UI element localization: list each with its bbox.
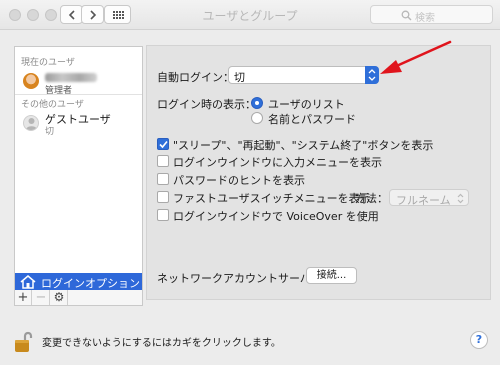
lock-icon[interactable] [14, 330, 34, 354]
method-value: フルネーム [396, 194, 451, 207]
checkbox-password-hints-label: パスワードのヒントを表示 [173, 174, 305, 187]
house-icon [20, 275, 36, 289]
radio-name-password[interactable] [251, 112, 263, 124]
connect-button[interactable]: 接続... [306, 267, 357, 284]
auto-login-popup[interactable]: 切 [228, 66, 379, 84]
method-label: 方法： [355, 192, 388, 205]
current-user-item[interactable]: 管理者 [15, 68, 142, 96]
search-placeholder: 検索 [415, 13, 435, 24]
checkbox-show-buttons[interactable] [157, 138, 169, 150]
gear-icon[interactable]: ⚙ [51, 290, 68, 305]
sidebar-toolbar: + − ⚙ [14, 290, 143, 306]
login-options-panel: 自動ログイン： 切 ログイン時の表示： ユーザのリスト 名前とパスワード "スリ… [146, 45, 491, 300]
search-icon [401, 10, 412, 21]
checkbox-voiceover[interactable] [157, 209, 169, 221]
checkbox-input-menu-label: ログインウインドウに入力メニューを表示 [173, 156, 382, 169]
lock-text: 変更できないようにするにはカギをクリックします。 [42, 338, 281, 349]
login-options-label: ログインオプション [41, 277, 140, 290]
help-button[interactable]: ? [470, 331, 488, 349]
method-popup[interactable]: フルネーム [389, 189, 469, 207]
user-avatar [23, 73, 39, 89]
guest-user-status: 切 [45, 127, 55, 137]
guest-user-name: ゲストユーザ [45, 113, 111, 126]
current-user-header: 現在のユーザ [21, 58, 75, 68]
checkbox-password-hints[interactable] [157, 173, 169, 185]
remove-user-button[interactable]: − [33, 290, 50, 305]
users-sidebar: 現在のユーザ 管理者 その他のユーザ ゲストユーザ 切 ログインオプション [14, 46, 143, 290]
redacted-username [45, 73, 97, 82]
title-bar: ユーザとグループ 検索 [0, 0, 500, 30]
checkbox-fast-user-switch[interactable] [157, 191, 169, 203]
radio-user-list[interactable] [251, 97, 263, 109]
radio-user-list-label: ユーザのリスト [268, 98, 345, 111]
guest-avatar [23, 115, 39, 131]
checkbox-voiceover-label: ログインウインドウで VoiceOver を使用 [173, 210, 379, 223]
popup-arrows-icon [457, 193, 464, 204]
network-server-label: ネットワークアカウントサーバ： [157, 272, 322, 285]
checkbox-input-menu[interactable] [157, 155, 169, 167]
login-options-item[interactable]: ログインオプション [15, 273, 142, 290]
radio-name-password-label: 名前とパスワード [268, 113, 356, 126]
checkbox-show-buttons-label: "スリープ"、"再起動"、"システム終了"ボタンを表示 [173, 139, 434, 152]
guest-user-item[interactable]: ゲストユーザ 切 [15, 109, 142, 137]
search-field[interactable]: 検索 [370, 5, 493, 24]
preferences-window: ユーザとグループ 検索 現在のユーザ 管理者 その他のユーザ ゲストユーザ 切 … [0, 0, 500, 365]
add-user-button[interactable]: + [15, 290, 32, 305]
sidebar-divider [15, 94, 142, 95]
annotation-arrow-icon [380, 40, 452, 74]
checkmark-icon [159, 140, 168, 149]
person-silhouette-icon [26, 118, 37, 130]
display-label: ログイン時の表示： [157, 98, 256, 111]
auto-login-label: 自動ログイン： [157, 71, 234, 84]
checkbox-fast-user-switch-label: ファストユーザスイッチメニューを表示 [173, 192, 371, 205]
auto-login-value: 切 [234, 71, 245, 84]
